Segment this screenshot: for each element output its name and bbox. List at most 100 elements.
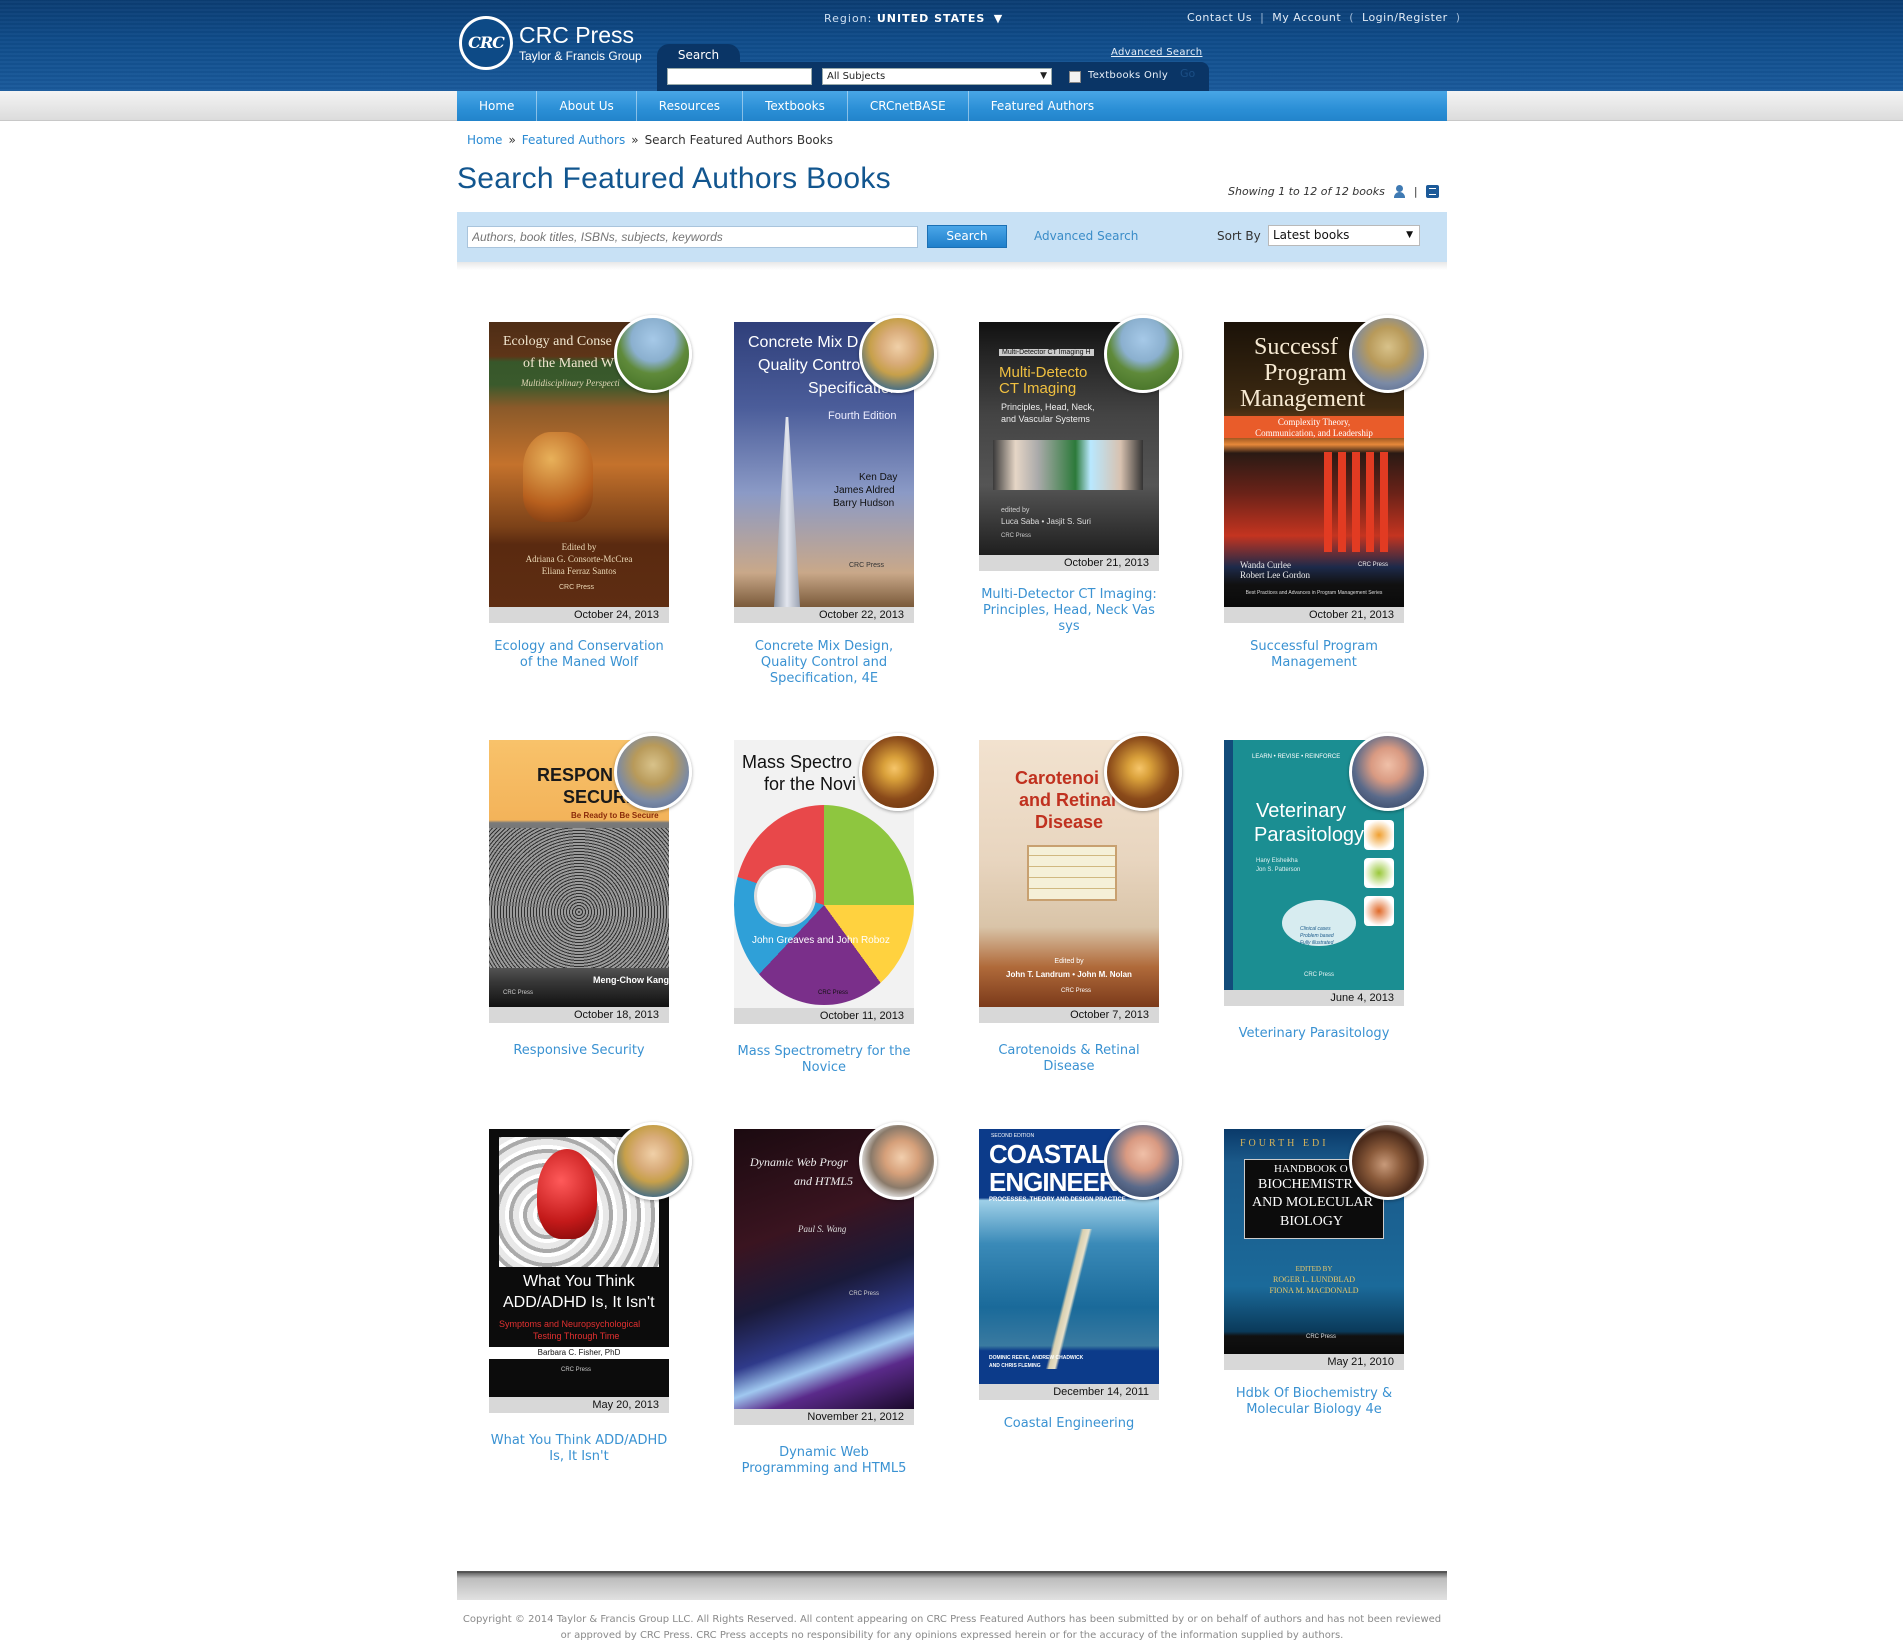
cover-text: Multi-Detecto bbox=[999, 364, 1088, 381]
book-date: October 24, 2013 bbox=[489, 607, 669, 623]
cover-text: Management bbox=[1240, 386, 1366, 412]
cover-text: Successf bbox=[1254, 334, 1338, 360]
book-title-link[interactable]: Concrete Mix Design, Quality Control and… bbox=[734, 639, 914, 687]
textbooks-only-checkbox[interactable] bbox=[1069, 71, 1081, 83]
breadcrumb-current: Search Featured Authors Books bbox=[644, 133, 833, 147]
publisher-mark: CRC Press bbox=[1304, 972, 1335, 978]
question-mark-illustration bbox=[537, 1149, 597, 1239]
chevron-down-icon: ▼ bbox=[1406, 230, 1413, 240]
book-title-link[interactable]: Veterinary Parasitology bbox=[1224, 1026, 1404, 1042]
subjects-select[interactable]: All Subjects ▼ bbox=[822, 68, 1052, 85]
cover-illustration bbox=[754, 865, 816, 927]
textbooks-only-label: Textbooks Only bbox=[1088, 70, 1169, 81]
book-title-link[interactable]: Responsive Security bbox=[489, 1043, 669, 1059]
top-link-separator: ) bbox=[1455, 11, 1461, 24]
book-title-link[interactable]: What You Think ADD/ADHD Is, It Isn't bbox=[489, 1433, 669, 1465]
author-avatar[interactable] bbox=[614, 733, 692, 811]
cover-text: Fourth Edition bbox=[828, 410, 897, 422]
cover-text: Hany Elsheikha bbox=[1256, 858, 1298, 864]
nav-featured-authors[interactable]: Featured Authors bbox=[969, 91, 1116, 121]
search-input[interactable] bbox=[467, 226, 918, 248]
logo-subtitle: Taylor & Francis Group bbox=[519, 49, 642, 63]
breadcrumb-featured-authors[interactable]: Featured Authors bbox=[522, 133, 625, 147]
main-nav: Home About Us Resources Textbooks CRCnet… bbox=[457, 91, 1447, 121]
user-icon[interactable] bbox=[1393, 185, 1406, 198]
book-title-link[interactable]: Dynamic Web Programming and HTML5 bbox=[734, 1445, 914, 1477]
cover-text: Multi-Detector CT Imaging H bbox=[999, 349, 1094, 356]
cover-text: James Aldred bbox=[834, 485, 895, 496]
book-icon[interactable] bbox=[1425, 185, 1439, 198]
cover-text: Concrete Mix D bbox=[748, 334, 859, 351]
cover-text: FIONA M. MACDONALD bbox=[1269, 1286, 1359, 1295]
search-button[interactable]: Search bbox=[927, 225, 1007, 248]
book-title-link[interactable]: Multi-Detector CT Imaging: Principles, H… bbox=[979, 587, 1159, 635]
my-account-link[interactable]: My Account bbox=[1272, 11, 1341, 24]
cover-text: ADD/ADHD Is, It Isn't bbox=[503, 1294, 655, 1311]
nav-about-us[interactable]: About Us bbox=[537, 91, 637, 121]
publisher-mark: CRC Press bbox=[849, 562, 885, 569]
region-value: UNITED STATES bbox=[876, 12, 986, 25]
logo-mark: CRC bbox=[459, 16, 513, 70]
author-avatar[interactable] bbox=[614, 1122, 692, 1200]
author-avatar[interactable] bbox=[1104, 733, 1182, 811]
top-link-separator: ( bbox=[1349, 11, 1355, 24]
cover-text: Paul S. Wang bbox=[798, 1224, 847, 1234]
cover-text: Mass Spectro bbox=[742, 752, 853, 772]
go-button[interactable]: Go bbox=[1180, 67, 1195, 80]
author-avatar[interactable] bbox=[859, 733, 937, 811]
book-title-link[interactable]: Hdbk Of Biochemistry & Molecular Biology… bbox=[1224, 1386, 1404, 1418]
cover-text: Communication, and Leadership bbox=[1255, 428, 1373, 438]
sort-select[interactable]: Latest books ▼ bbox=[1268, 225, 1420, 246]
cover-text: Parasitology bbox=[1254, 824, 1365, 846]
cover-text: Luca Saba • Jasjit S. Suri bbox=[1001, 517, 1091, 526]
book-title-link[interactable]: Coastal Engineering bbox=[979, 1416, 1159, 1432]
cover-illustration bbox=[774, 417, 800, 607]
header-search-tab: Search bbox=[657, 44, 740, 66]
author-avatar[interactable] bbox=[614, 315, 692, 393]
advanced-search-link[interactable]: Advanced Search bbox=[1034, 229, 1138, 243]
cover-illustration bbox=[1021, 1229, 1117, 1369]
cover-text: edited by bbox=[1001, 507, 1030, 514]
footer-copyright: Copyright © 2014 Taylor & Francis Group … bbox=[462, 1614, 1442, 1641]
book-date: October 11, 2013 bbox=[734, 1008, 914, 1024]
cover-text: PROCESSES, THEORY AND DESIGN PRACTICE bbox=[989, 1197, 1126, 1203]
cover-text: and Vascular Systems bbox=[1001, 414, 1090, 424]
crc-press-logo[interactable]: CRC CRC Press Taylor & Francis Group bbox=[459, 16, 659, 76]
cover-text: CT Imaging bbox=[999, 380, 1077, 397]
cover-text: for the Novi bbox=[764, 774, 857, 794]
author-avatar[interactable] bbox=[859, 315, 937, 393]
author-avatar[interactable] bbox=[1104, 315, 1182, 393]
author-avatar[interactable] bbox=[1349, 733, 1427, 811]
nav-textbooks[interactable]: Textbooks bbox=[743, 91, 848, 121]
book-title-link[interactable]: Carotenoids & Retinal Disease bbox=[979, 1043, 1159, 1075]
login-register-link[interactable]: Login/Register bbox=[1362, 11, 1448, 24]
cover-text: Adriana G. Consorte-McCrea bbox=[525, 554, 633, 564]
breadcrumb-home[interactable]: Home bbox=[467, 133, 502, 147]
book-title-link[interactable]: Successful Program Management bbox=[1224, 639, 1404, 671]
cover-text: Edited by bbox=[1054, 958, 1084, 965]
author-avatar[interactable] bbox=[1104, 1122, 1182, 1200]
book-date: October 7, 2013 bbox=[979, 1007, 1159, 1023]
cover-text: Be Ready to Be Secure bbox=[571, 811, 659, 820]
nav-resources[interactable]: Resources bbox=[637, 91, 744, 121]
page-title: Search Featured Authors Books bbox=[457, 162, 891, 195]
author-avatar[interactable] bbox=[859, 1122, 937, 1200]
contact-link[interactable]: Contact Us bbox=[1187, 11, 1252, 24]
book-title-link[interactable]: Ecology and Conservation of the Maned Wo… bbox=[489, 639, 669, 671]
breadcrumb-separator: » bbox=[508, 133, 516, 147]
book-date: October 18, 2013 bbox=[489, 1007, 669, 1023]
region-selector[interactable]: Region: UNITED STATES ▼ bbox=[824, 12, 1003, 25]
nav-crcnetbase[interactable]: CRCnetBASE bbox=[848, 91, 969, 121]
header-advanced-search-link[interactable]: Advanced Search bbox=[1111, 47, 1202, 58]
header-search-input[interactable] bbox=[667, 68, 812, 85]
sort-by-label: Sort By bbox=[1217, 229, 1261, 243]
publisher-mark: CRC Press bbox=[503, 990, 534, 996]
author-avatar[interactable] bbox=[1349, 315, 1427, 393]
cover-text: Quality Contro bbox=[758, 357, 861, 374]
search-bar: Search Advanced Search Sort By Latest bo… bbox=[457, 212, 1447, 262]
cover-text: Wanda Curlee bbox=[1240, 560, 1292, 570]
nav-home[interactable]: Home bbox=[457, 91, 538, 121]
cover-text: LEARN • REVISE • REINFORCE bbox=[1252, 754, 1341, 760]
author-avatar[interactable] bbox=[1349, 1122, 1427, 1200]
book-title-link[interactable]: Mass Spectrometry for the Novice bbox=[734, 1044, 914, 1076]
